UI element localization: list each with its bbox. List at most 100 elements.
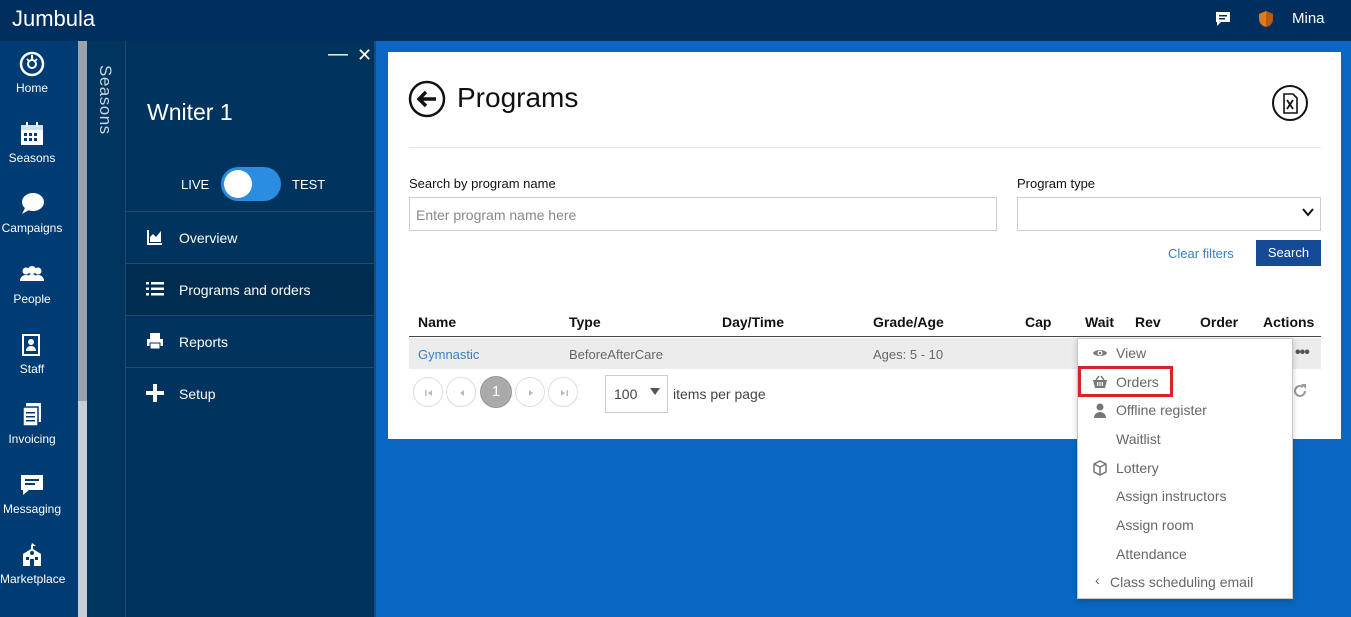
excel-export-icon[interactable] [1271, 84, 1309, 122]
search-label: Search by program name [409, 176, 556, 191]
people-icon [20, 266, 44, 281]
menu-item-label: Lottery [1116, 460, 1159, 476]
nav-label: Marketplace [0, 572, 66, 586]
clear-filters-link[interactable]: Clear filters [1168, 246, 1234, 261]
prev-page-button[interactable] [446, 377, 476, 407]
col-rev[interactable]: Rev [1135, 314, 1161, 330]
first-page-button[interactable] [413, 377, 443, 407]
user-name[interactable]: Mina [1292, 10, 1325, 27]
cube-icon [1093, 460, 1107, 476]
live-label: LIVE [181, 177, 210, 192]
back-arrow-icon[interactable] [408, 80, 446, 118]
menu-item-label: View [1116, 345, 1147, 361]
test-label: TEST [292, 177, 326, 192]
col-type[interactable]: Type [569, 314, 601, 330]
divider [409, 147, 1321, 148]
season-panel: — ✕ Wniter 1 LIVE TEST Overview Programs… [126, 41, 376, 617]
menu-item-label: Attendance [1116, 546, 1187, 562]
nav-people[interactable]: People [0, 262, 64, 306]
search-button[interactable]: Search [1256, 240, 1321, 266]
brand-logo[interactable]: Jumbula [12, 6, 95, 32]
nav-campaigns[interactable]: Campaigns [0, 191, 64, 235]
menu-overview[interactable]: Overview [126, 211, 374, 263]
items-per-page-select[interactable]: 100 [605, 375, 668, 413]
col-name[interactable]: Name [418, 314, 456, 330]
program-type-cell: BeforeAfterCare [569, 347, 663, 362]
season-title: Wniter 1 [147, 99, 233, 125]
nav-seasons[interactable]: Seasons [0, 121, 64, 165]
switch-knob [224, 170, 252, 198]
menu-item-assign-room[interactable]: Assign room [1078, 511, 1292, 539]
menu-setup[interactable]: Setup [126, 367, 374, 419]
seasons-strip[interactable]: Seasons [87, 41, 126, 617]
nav-home[interactable]: Home [0, 51, 64, 95]
nav-staff[interactable]: Staff [0, 332, 64, 376]
nav-scrollbar[interactable] [78, 41, 87, 617]
nav-marketplace[interactable]: Marketplace [0, 542, 66, 586]
menu-item-view[interactable]: View [1078, 339, 1292, 367]
invoice-icon [22, 403, 41, 427]
program-type-select[interactable] [1017, 197, 1321, 231]
nav-messaging[interactable]: Messaging [0, 472, 64, 516]
person-icon [1094, 403, 1106, 418]
printer-icon [147, 333, 163, 350]
col-grade-age[interactable]: Grade/Age [873, 314, 944, 330]
menu-label: Reports [179, 334, 229, 350]
current-page[interactable]: 1 [480, 376, 512, 408]
caret-down-icon [650, 388, 660, 395]
live-test-toggle-row: LIVE TEST [126, 167, 376, 203]
table-header-line [409, 336, 1321, 337]
orders-highlight-box [1078, 366, 1173, 397]
calendar-icon [21, 122, 43, 145]
eye-icon [1093, 350, 1107, 356]
nav-label: Home [15, 81, 48, 95]
menu-item-offline-register[interactable]: Offline register [1078, 396, 1292, 424]
col-cap[interactable]: Cap [1025, 314, 1051, 330]
live-test-switch[interactable] [221, 167, 281, 201]
page-title: Programs [457, 82, 579, 113]
program-grade-cell: Ages: 5 - 10 [873, 347, 944, 362]
menu-programs-and-orders[interactable]: Programs and orders [126, 263, 374, 315]
nav-label: People [13, 292, 51, 306]
close-icon[interactable]: ✕ [357, 45, 372, 66]
more-actions-icon[interactable]: ••• [1295, 344, 1310, 362]
staff-icon [22, 334, 40, 356]
next-page-button[interactable] [515, 377, 545, 407]
top-bar: Jumbula Mina [0, 0, 1351, 41]
nav-label: Campaigns [1, 221, 63, 235]
menu-item-class-scheduling-email[interactable]: ‹ Class scheduling email [1078, 568, 1292, 596]
program-name-link[interactable]: Gymnastic [418, 347, 479, 362]
nav-label: Staff [19, 362, 45, 376]
nav-invoicing[interactable]: Invoicing [0, 402, 64, 446]
menu-item-label: Assign instructors [1116, 488, 1227, 504]
plus-icon [146, 384, 164, 402]
chat-icon[interactable] [1214, 10, 1232, 33]
last-page-button[interactable] [548, 377, 578, 407]
menu-item-label: Class scheduling email [1110, 574, 1254, 590]
menu-label: Overview [179, 230, 238, 246]
col-wait[interactable]: Wait [1085, 314, 1114, 330]
chevron-down-icon [1302, 208, 1314, 217]
per-page-label: items per page [673, 386, 766, 402]
col-order[interactable]: Order [1200, 314, 1238, 330]
list-icon [146, 282, 164, 296]
seasons-strip-label: Seasons [96, 65, 115, 135]
shield-icon[interactable] [1258, 10, 1274, 33]
nav-label: Messaging [2, 502, 62, 516]
menu-item-attendance[interactable]: Attendance [1078, 540, 1292, 568]
menu-reports[interactable]: Reports [126, 315, 374, 367]
speedometer-icon [19, 51, 45, 77]
menu-item-waitlist[interactable]: Waitlist [1078, 425, 1292, 453]
menu-item-lottery[interactable]: Lottery [1078, 454, 1292, 482]
col-day-time[interactable]: Day/Time [722, 314, 784, 330]
minimize-icon[interactable]: — [328, 43, 348, 66]
season-menu: Overview Programs and orders Reports Set… [126, 211, 374, 419]
search-placeholder: Enter program name here [416, 207, 577, 223]
menu-item-assign-instructors[interactable]: Assign instructors [1078, 482, 1292, 510]
program-name-search-input[interactable]: Enter program name here [409, 197, 997, 231]
message-icon [21, 475, 43, 495]
menu-label: Setup [179, 386, 216, 402]
scrollbar-thumb[interactable] [78, 41, 87, 401]
nav-label: Invoicing [8, 432, 56, 446]
refresh-icon[interactable] [1291, 382, 1309, 400]
